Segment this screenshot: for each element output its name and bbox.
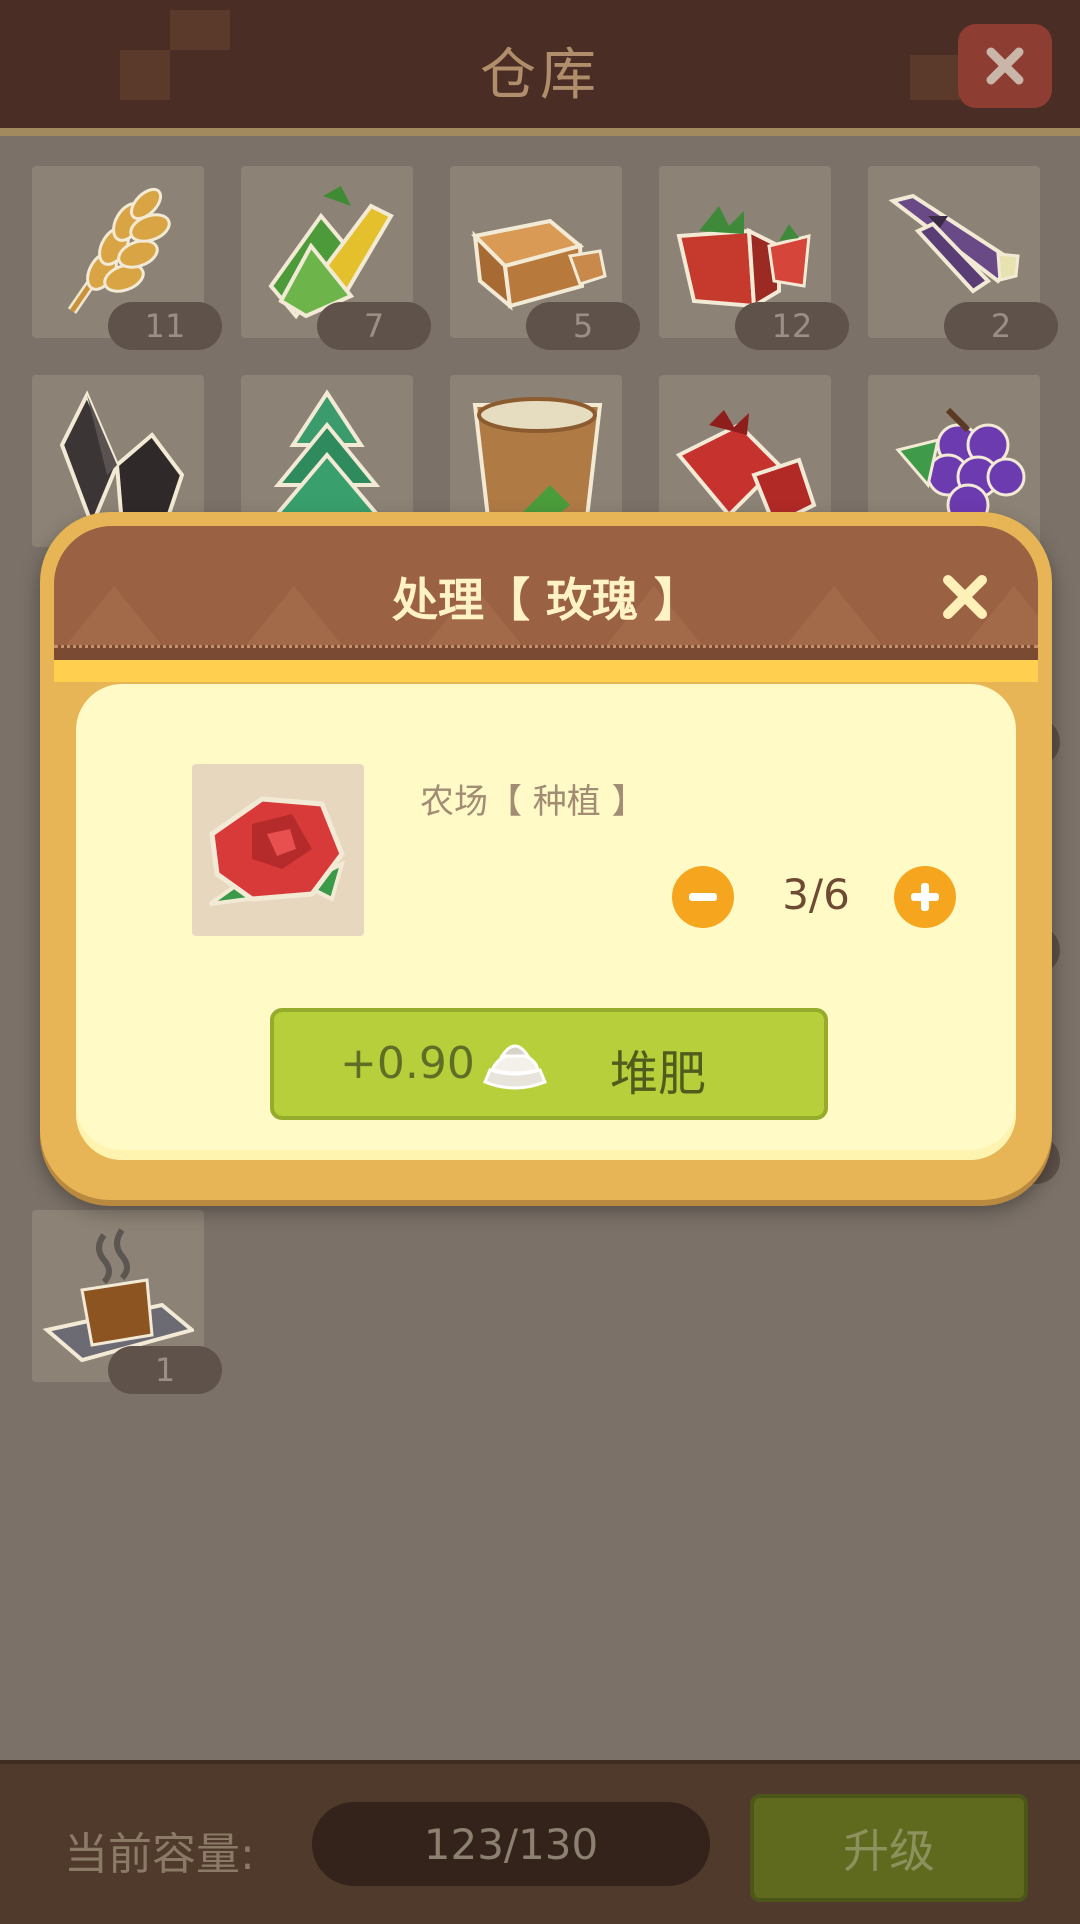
capacity-label: 当前容量: (64, 1829, 255, 1880)
upgrade-button[interactable]: 升级 (750, 1794, 1028, 1902)
compost-label: 堆肥 (610, 1046, 707, 1102)
dialog-header: 处理【 玫瑰 】 (54, 526, 1038, 660)
dialog-stripe (54, 660, 1038, 682)
warehouse-header: 仓库 (0, 0, 1080, 136)
process-item-dialog: 处理【 玫瑰 】 农场【 种植 】 3/6 +0.90 堆肥 (40, 512, 1052, 1200)
header-divider (54, 645, 1038, 660)
compost-icon (483, 1044, 547, 1090)
compost-amount: +0.90 (340, 1038, 475, 1089)
page-title: 仓库 (480, 43, 600, 108)
rose-icon (208, 796, 346, 906)
plus-icon (911, 883, 939, 911)
inventory-slot[interactable]: 2 (868, 166, 1058, 350)
item-count: 12 (735, 302, 849, 350)
minus-icon (689, 893, 717, 901)
inventory-slot[interactable]: 1 (32, 1210, 222, 1394)
dialog-title: 处理【 玫瑰 】 (391, 573, 701, 627)
inventory-slot[interactable]: 7 (241, 166, 431, 350)
close-warehouse-button[interactable] (958, 24, 1052, 108)
dialog-body: 农场【 种植 】 3/6 +0.90 堆肥 (76, 684, 1016, 1160)
item-count: 1 (108, 1346, 222, 1394)
item-category: 农场【 种植 】 (420, 782, 646, 822)
increase-quantity-button[interactable] (894, 866, 956, 928)
inventory-slot[interactable]: 5 (450, 166, 640, 350)
compost-button[interactable]: +0.90 堆肥 (270, 1008, 828, 1120)
item-count: 5 (526, 302, 640, 350)
item-count: 7 (317, 302, 431, 350)
quantity-value: 3/6 (782, 870, 850, 919)
capacity-footer: 当前容量: 123/130 升级 (0, 1760, 1080, 1924)
dialog-close-button[interactable] (940, 572, 990, 622)
item-count: 11 (108, 302, 222, 350)
capacity-value: 123/130 (312, 1802, 710, 1886)
inventory-slot[interactable]: 12 (659, 166, 849, 350)
decrease-quantity-button[interactable] (672, 866, 734, 928)
close-icon (943, 575, 987, 619)
inventory-slot[interactable]: 11 (32, 166, 222, 350)
close-icon (986, 47, 1024, 85)
item-count: 2 (944, 302, 1058, 350)
item-preview (192, 764, 364, 936)
